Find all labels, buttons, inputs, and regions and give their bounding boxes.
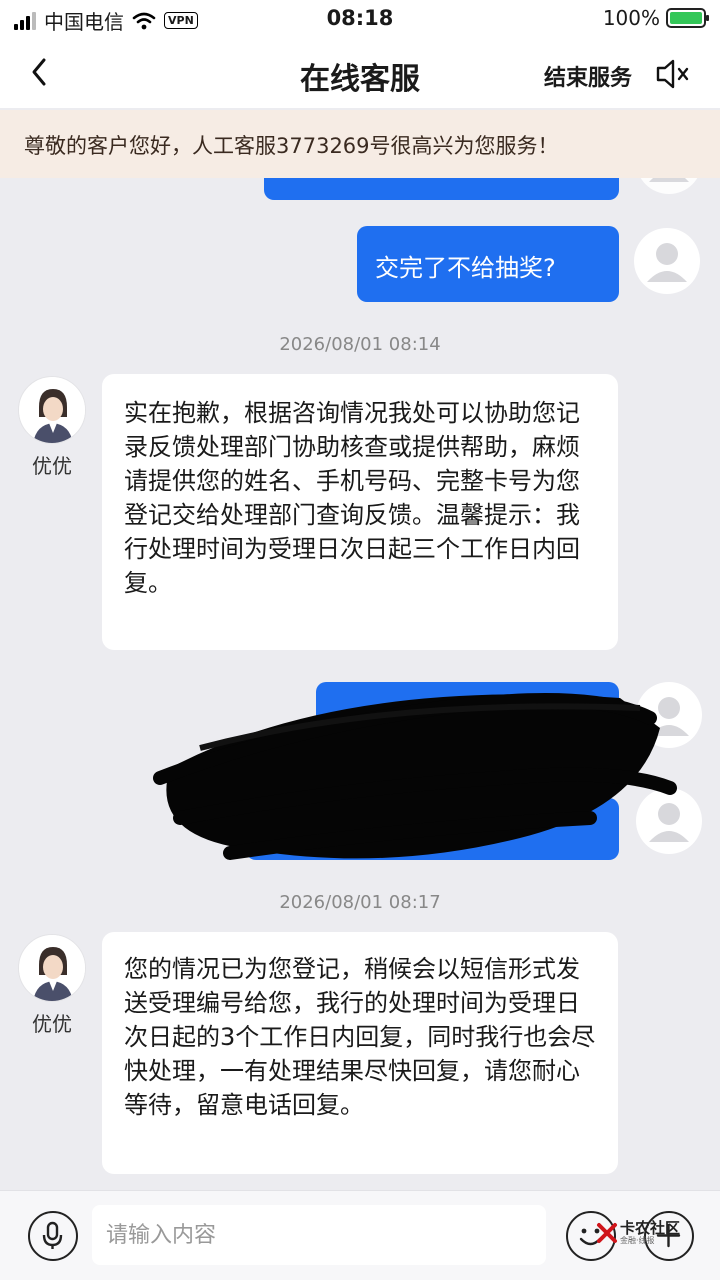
- nav-bar: 在线客服 结束服务: [0, 40, 720, 108]
- watermark-text: 卡农社区 金融·线报: [620, 1220, 680, 1246]
- chat-area[interactable]: 交完了不给抽奖? 2026/08/01 08:14 优优 实在抱歉，根据咨询情况…: [0, 178, 720, 1190]
- end-service-button[interactable]: 结束服务: [544, 60, 632, 92]
- message-text: 交完了不给抽奖?: [375, 254, 556, 282]
- message-bubble-agent[interactable]: 实在抱歉，根据咨询情况我处可以协助您记录反馈处理部门协助核查或提供帮助，麻烦请提…: [102, 374, 618, 650]
- message-timestamp: 2026/08/01 08:14: [279, 334, 441, 355]
- watermark-sub: 金融·线报: [620, 1236, 655, 1245]
- message-bubble-agent[interactable]: 您的情况已为您登记，稍候会以短信形式发送受理编号给您，我行的处理时间为受理日次日…: [102, 932, 618, 1174]
- message-text: 实在抱歉，根据咨询情况我处可以协助您记录反馈处理部门协助核查或提供帮助，麻烦请提…: [124, 399, 580, 597]
- battery-label: 100%: [602, 6, 660, 30]
- watermark: 卡农社区 金融·线报: [596, 1220, 680, 1246]
- agent-name: 优优: [32, 1012, 72, 1036]
- watermark-logo-icon: [597, 1223, 617, 1243]
- speaker-mute-icon[interactable]: [654, 56, 694, 92]
- message-bubble-user[interactable]: 交完了不给抽奖?: [357, 226, 619, 302]
- agent-avatar: [18, 934, 86, 1002]
- message-input[interactable]: [92, 1205, 546, 1265]
- user-avatar: [636, 178, 702, 194]
- service-notice: 尊敬的客户您好，人工客服3773269号很高兴为您服务！: [0, 110, 720, 178]
- voice-input-button[interactable]: [28, 1211, 78, 1261]
- message-bubble-user-partial: [264, 178, 619, 200]
- battery-icon: [666, 8, 709, 28]
- user-avatar: [634, 228, 700, 294]
- agent-avatar: [18, 376, 86, 444]
- watermark-brand: 卡农社区: [620, 1219, 681, 1237]
- redaction-scribble: [153, 693, 677, 860]
- agent-name: 优优: [32, 454, 72, 478]
- microphone-icon: [42, 1221, 63, 1249]
- status-bar: 中国电信 VPN 08:18 100%: [0, 0, 720, 40]
- message-text: 您的情况已为您登记，稍候会以短信形式发送受理编号给您，我行的处理时间为受理日次日…: [124, 955, 596, 1119]
- status-right: 100%: [602, 6, 709, 30]
- message-timestamp: 2026/08/01 08:17: [279, 892, 441, 913]
